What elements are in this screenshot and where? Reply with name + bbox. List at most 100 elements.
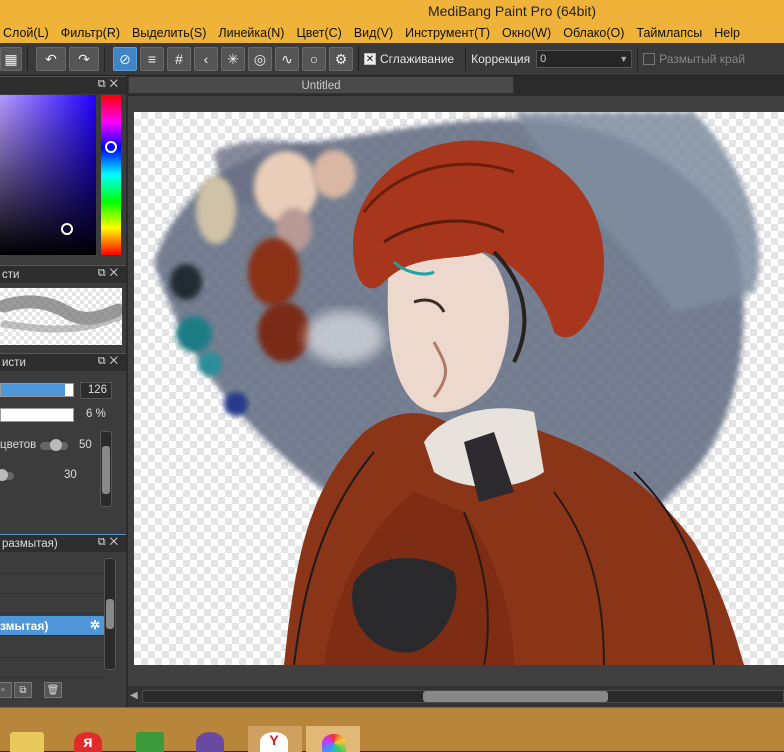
- parallel-snap-icon[interactable]: ≡: [140, 47, 164, 71]
- menu-tool[interactable]: Инструмент(T): [399, 26, 496, 40]
- scroll-left-icon[interactable]: ◀: [130, 690, 138, 701]
- window-title: MediBang Paint Pro (64bit): [427, 3, 597, 19]
- second-slider[interactable]: [0, 469, 14, 481]
- curve-snap-icon[interactable]: ∿: [275, 47, 299, 71]
- blur-edge-label: Размытый край: [659, 52, 746, 66]
- separator: [104, 47, 105, 71]
- scrollbar-thumb[interactable]: [102, 446, 110, 494]
- correction-label: Коррекция: [471, 52, 531, 66]
- layer-delete-trash-icon[interactable]: 🗑: [44, 682, 62, 698]
- layer-duplicate-icon[interactable]: ⧉: [14, 682, 32, 698]
- panel-controls[interactable]: ⧉✕: [98, 355, 122, 368]
- document-tab[interactable]: Untitled: [128, 76, 514, 94]
- separator: [358, 47, 359, 71]
- layer-add-icon[interactable]: ▫: [0, 682, 12, 698]
- color-panel-title: ⧉✕: [0, 76, 126, 94]
- brush-preview-title: сти: [2, 268, 20, 281]
- menu-layer[interactable]: Слой(L): [0, 26, 55, 40]
- layer-row[interactable]: [0, 594, 104, 614]
- store-icon[interactable]: [136, 732, 164, 752]
- brush-panel-title-text: исти: [2, 356, 26, 369]
- color-mix-label: цветов: [0, 439, 37, 451]
- menu-bar: Слой(L) Фильтр(R) Выделить(S) Линейка(N)…: [0, 22, 784, 43]
- artwork-painting: [154, 112, 760, 665]
- antialias-label: Сглаживание: [380, 52, 455, 66]
- selected-layer-name: змытая): [0, 619, 49, 633]
- menu-help[interactable]: Help: [708, 26, 746, 40]
- medibang-icon: [322, 734, 346, 752]
- separator: [27, 47, 28, 71]
- taskbar-item[interactable]: Y: [248, 726, 302, 752]
- title-bar: MediBang Paint Pro (64bit): [0, 0, 784, 22]
- yandex-icon: Y: [260, 732, 288, 752]
- canvas-horizontal-scrollbar[interactable]: ◀: [128, 686, 784, 707]
- brush-stroke-svg: [0, 295, 125, 333]
- brush-stroke-preview: [0, 288, 125, 345]
- yandex-browser-icon[interactable]: я: [74, 732, 102, 752]
- canvas-area: [128, 96, 784, 686]
- layer-settings-gear-icon[interactable]: ✲: [90, 618, 100, 632]
- layers-panel-title: размытая) ⧉✕: [0, 534, 126, 552]
- layer-row[interactable]: [0, 638, 104, 658]
- taskbar: я Y: [0, 707, 784, 752]
- layers-scrollbar[interactable]: [104, 558, 116, 670]
- layer-row-selected[interactable]: змытая) ✲: [0, 616, 104, 636]
- undo-button[interactable]: ↶: [36, 47, 66, 71]
- color-mix-value: 50: [79, 439, 92, 451]
- vanishing-point-icon[interactable]: ‹: [194, 47, 218, 71]
- layers-panel-title-text: размытая): [2, 537, 58, 550]
- taskbar-item-active[interactable]: [306, 726, 360, 752]
- menu-ruler[interactable]: Линейка(N): [212, 26, 290, 40]
- grid-layout-icon[interactable]: ▦: [0, 47, 22, 71]
- brush-panel-scrollbar[interactable]: [100, 431, 112, 507]
- blur-edge-checkbox[interactable]: [643, 53, 656, 65]
- file-explorer-icon[interactable]: [10, 732, 44, 752]
- brush-opacity-bar[interactable]: [0, 408, 74, 422]
- color-picker-ring[interactable]: [61, 223, 73, 235]
- correction-select[interactable]: 0 ▼: [536, 50, 633, 68]
- left-dock: ⧉✕ сти ⧉✕ исти ⧉✕ 126 6 % цветов 50 30 р…: [0, 76, 126, 707]
- menu-select[interactable]: Выделить(S): [126, 26, 212, 40]
- paint-app-icon[interactable]: [196, 732, 224, 752]
- snap-settings-gear-icon[interactable]: ⚙: [329, 47, 353, 71]
- antialias-checkbox[interactable]: ✕: [364, 53, 376, 65]
- redo-button[interactable]: ↷: [69, 47, 99, 71]
- hue-picker-ring[interactable]: [105, 141, 117, 153]
- menu-window[interactable]: Окно(W): [496, 26, 557, 40]
- chevron-down-icon: ▼: [619, 54, 629, 64]
- menu-cloud[interactable]: Облако(O): [557, 26, 630, 40]
- color-square[interactable]: [0, 95, 96, 255]
- menu-color[interactable]: Цвет(C): [290, 26, 347, 40]
- panel-controls[interactable]: ⧉✕: [98, 267, 122, 280]
- separator: [465, 47, 467, 71]
- menu-timelapse[interactable]: Таймлапсы: [630, 26, 708, 40]
- brush-size-handle[interactable]: [65, 384, 73, 396]
- crisscross-snap-icon[interactable]: #: [167, 47, 191, 71]
- layer-row[interactable]: [0, 554, 104, 574]
- menu-filter[interactable]: Фильтр(R): [55, 26, 126, 40]
- menu-view[interactable]: Вид(V): [348, 26, 399, 40]
- hue-slider[interactable]: [101, 95, 121, 255]
- layer-row[interactable]: [0, 574, 104, 594]
- separator: [637, 47, 639, 71]
- concentric-snap-icon[interactable]: ◎: [248, 47, 272, 71]
- panel-controls[interactable]: ⧉✕: [98, 78, 122, 91]
- second-slider-value: 30: [64, 469, 77, 481]
- brush-opacity-value: 6 %: [86, 408, 106, 420]
- brush-preview-panel-title: сти ⧉✕: [0, 265, 126, 283]
- toolbar: ▦ ↶ ↷ ⊘ ≡ # ‹ ✳ ◎ ∿ ○ ⚙ ✕ Сглаживание Ко…: [0, 43, 784, 76]
- layer-row[interactable]: [0, 658, 104, 678]
- brush-size-value[interactable]: 126: [80, 382, 112, 399]
- scrollbar-thumb[interactable]: [106, 599, 114, 629]
- brush-size-bar[interactable]: [0, 383, 74, 397]
- drawing-canvas[interactable]: [134, 112, 784, 665]
- correction-value: 0: [540, 53, 547, 65]
- circle-snap-icon[interactable]: ○: [302, 47, 326, 71]
- scroll-thumb[interactable]: [423, 691, 608, 702]
- scroll-track[interactable]: [142, 690, 784, 703]
- color-mix-slider[interactable]: [40, 439, 68, 451]
- snap-off-icon[interactable]: ⊘: [113, 47, 137, 71]
- radial-snap-icon[interactable]: ✳: [221, 47, 245, 71]
- brush-panel-title: исти ⧉✕: [0, 353, 126, 371]
- panel-controls[interactable]: ⧉✕: [98, 536, 122, 549]
